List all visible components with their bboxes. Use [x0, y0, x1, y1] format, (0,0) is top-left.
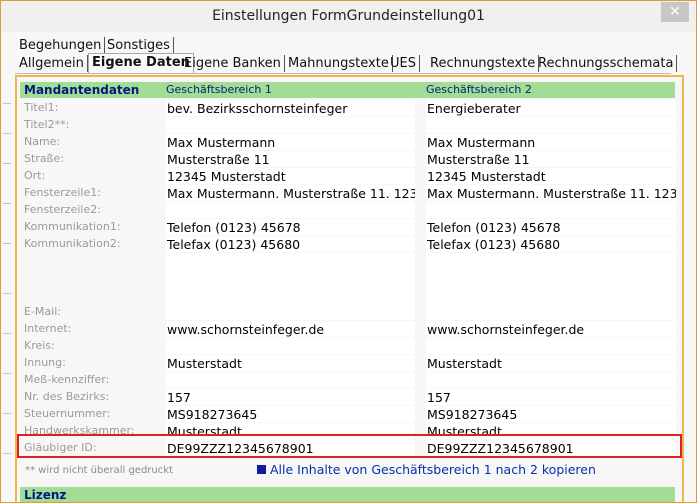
titel2-field-1[interactable] [166, 117, 415, 133]
email-field-2[interactable] [426, 304, 676, 320]
titel1-field-2[interactable]: Energieberater [426, 100, 676, 116]
field-label: Innung: [24, 356, 66, 369]
copy-link[interactable]: Alle Inhalte von Geschäftsbereich 1 nach… [257, 462, 596, 477]
row-kommunikation2: Kommunikation2: Telefax (0123) 45680 Tel… [20, 236, 676, 253]
steuernummer-field-2[interactable]: MS918273645 [426, 406, 676, 422]
internet-field-1[interactable]: www.schornsteinfeger.de [166, 321, 415, 337]
field-label: Steuernummer: [24, 407, 111, 420]
kommunikation2-field-1[interactable]: Telefax (0123) 45680 [166, 236, 415, 252]
row-steuernummer: Steuernummer: MS918273645 MS918273645 [20, 406, 676, 423]
lizenz-header[interactable]: Lizenz [20, 487, 675, 502]
print-note: ** wird nicht überall gedruckt [25, 465, 173, 476]
tab-rechnungstexte[interactable]: Rechnungstexte [427, 55, 540, 72]
field-label: Straße: [24, 152, 64, 165]
field-label: Nr. des Bezirks: [24, 390, 110, 403]
kommunikation2-field-2[interactable]: Telefax (0123) 45680 [426, 236, 676, 252]
kreis-field-1[interactable] [166, 338, 415, 354]
messkennziffer-field-1[interactable] [166, 372, 415, 388]
field-label: Kommunikation2: [24, 237, 121, 250]
glaeubiger-id-highlight [17, 434, 682, 458]
row-bezirk: Nr. des Bezirks: 157 157 [20, 389, 676, 406]
settings-window: Einstellungen FormGrundeinstellung01 ✕ B… [0, 0, 697, 503]
field-label: Titel1: [24, 101, 59, 114]
notes-field-1[interactable] [166, 253, 415, 305]
tab-begehungen[interactable]: Begehungen [16, 37, 106, 54]
field-label: Titel2**: [24, 118, 70, 131]
innung-field-2[interactable]: Musterstadt [426, 355, 676, 371]
row-strasse: Straße: Musterstraße 11 Musterstraße 11 [20, 151, 676, 168]
field-label: E-Mail: [24, 305, 61, 318]
row-titel2: Titel2**: [20, 117, 676, 134]
window-title: Einstellungen FormGrundeinstellung01 [212, 8, 485, 24]
tab-sonstiges[interactable]: Sonstiges [104, 37, 174, 54]
row-messkennziffer: Meß-kennziffer: [20, 372, 676, 389]
titel2-field-2[interactable] [426, 117, 676, 133]
column-header-1: Geschäftsbereich 1 [166, 83, 272, 96]
internet-field-2[interactable]: www.schornsteinfeger.de [426, 321, 676, 337]
tab-eigene-daten[interactable]: Eigene Daten [88, 53, 194, 73]
messkennziffer-field-2[interactable] [426, 372, 676, 388]
field-label: Internet: [24, 322, 72, 335]
name-field-1[interactable]: Max Mustermann [166, 134, 415, 150]
row-ort: Ort: 12345 Musterstadt 12345 Musterstadt [20, 168, 676, 185]
strasse-field-2[interactable]: Musterstraße 11 [426, 151, 676, 167]
row-kreis: Kreis: [20, 338, 676, 355]
row-titel1: Titel1: bev. Bezirksschornsteinfeger Ene… [20, 100, 676, 117]
row-kommunikation1: Kommunikation1: Telefon (0123) 45678 Tel… [20, 219, 676, 236]
row-innung: Innung: Musterstadt Musterstadt [20, 355, 676, 372]
field-label: Kreis: [24, 339, 55, 352]
left-gutter [1, 73, 13, 502]
row-name: Name: Max Mustermann Max Mustermann [20, 134, 676, 151]
tab-rechnungsschemata[interactable]: Rechnungsschemata [535, 55, 678, 72]
row-email: E-Mail: [20, 304, 676, 321]
notes-field-2[interactable] [426, 253, 676, 305]
field-label: Ort: [24, 169, 46, 182]
row-internet: Internet: www.schornsteinfeger.de www.sc… [20, 321, 676, 338]
section-title: Mandantendaten [24, 83, 140, 97]
row-fensterzeile1: Fensterzeile1: Max Mustermann. Musterstr… [20, 185, 676, 202]
fensterzeile2-field-1[interactable] [166, 202, 415, 218]
tab-allgemein[interactable]: Allgemein [16, 55, 88, 72]
strasse-field-1[interactable]: Musterstraße 11 [166, 151, 415, 167]
fensterzeile1-field-1[interactable]: Max Mustermann. Musterstraße 11. 12345 M… [166, 185, 415, 201]
steuernummer-field-1[interactable]: MS918273645 [166, 406, 415, 422]
row-notes [20, 253, 676, 305]
fensterzeile2-field-2[interactable] [426, 202, 676, 218]
row-fensterzeile2: Fensterzeile2: [20, 202, 676, 219]
kreis-field-2[interactable] [426, 338, 676, 354]
tab-ues[interactable]: UES [387, 55, 420, 72]
innung-field-1[interactable]: Musterstadt [166, 355, 415, 371]
field-label: Meß-kennziffer: [24, 373, 110, 386]
name-field-2[interactable]: Max Mustermann [426, 134, 676, 150]
tab-mahnungstexte[interactable]: Mahnungstexte [285, 55, 393, 72]
mandantendaten-header: Mandantendaten Geschäftsbereich 1 Geschä… [20, 82, 675, 98]
email-field-1[interactable] [166, 304, 415, 320]
kommunikation1-field-2[interactable]: Telefon (0123) 45678 [426, 219, 676, 235]
kommunikation1-field-1[interactable]: Telefon (0123) 45678 [166, 219, 415, 235]
column-header-2: Geschäftsbereich 2 [426, 83, 532, 96]
ort-field-1[interactable]: 12345 Musterstadt [166, 168, 415, 184]
close-icon[interactable]: ✕ [661, 2, 689, 22]
copy-square-icon [257, 465, 266, 474]
ort-field-2[interactable]: 12345 Musterstadt [426, 168, 676, 184]
tab-divider [15, 73, 671, 74]
field-label: Fensterzeile2: [24, 203, 101, 216]
tab-eigene-banken[interactable]: Eigene Banken [181, 55, 285, 72]
title-bar: Einstellungen FormGrundeinstellung01 ✕ [1, 1, 696, 32]
titel1-field-1[interactable]: bev. Bezirksschornsteinfeger [166, 100, 415, 116]
field-label: Name: [24, 135, 61, 148]
fensterzeile1-field-2[interactable]: Max Mustermann. Musterstraße 11. 12345 M… [426, 185, 676, 201]
copy-link-label: Alle Inhalte von Geschäftsbereich 1 nach… [270, 462, 596, 477]
bezirk-field-2[interactable]: 157 [426, 389, 676, 405]
bezirk-field-1[interactable]: 157 [166, 389, 415, 405]
field-label: Fensterzeile1: [24, 186, 101, 199]
field-label: Kommunikation1: [24, 220, 121, 233]
